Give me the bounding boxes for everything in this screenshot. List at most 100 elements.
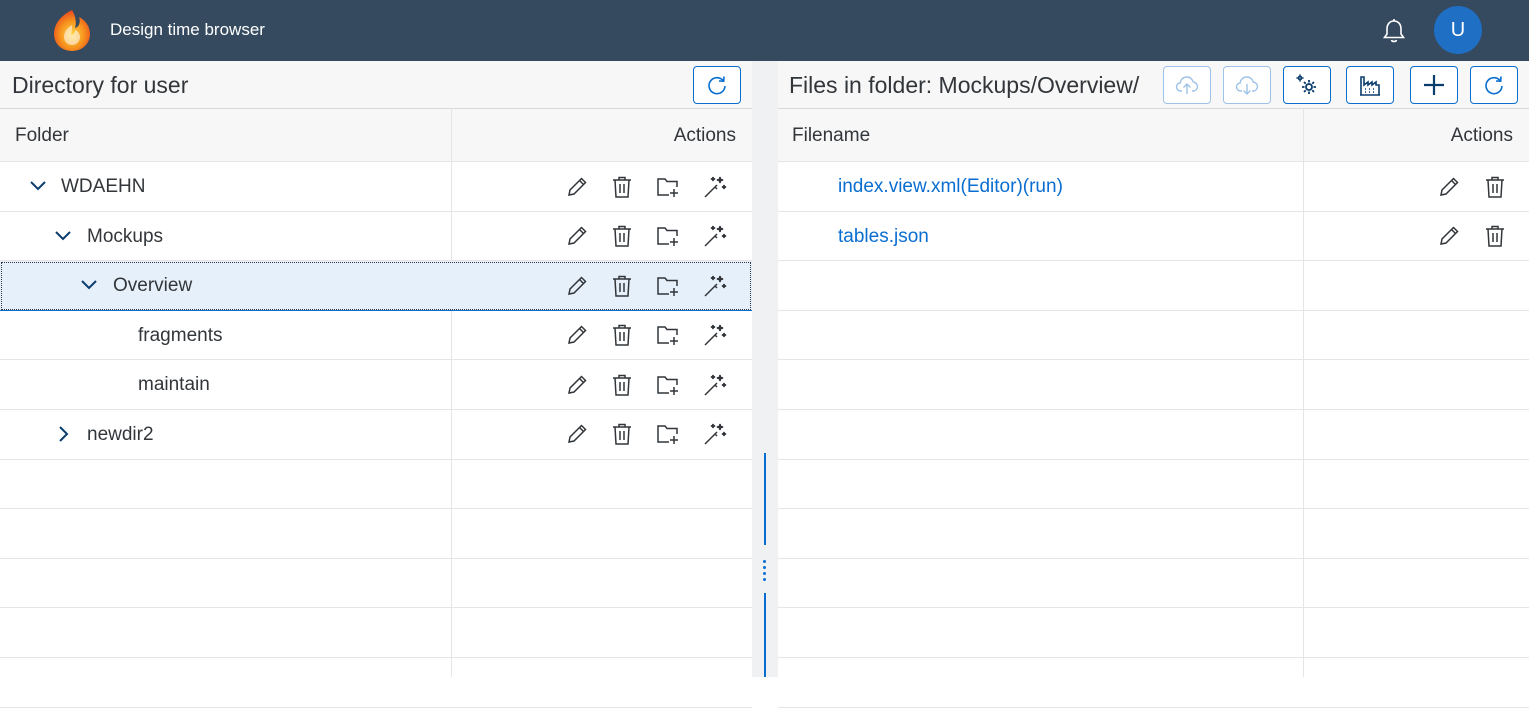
delete-icon[interactable] [610, 421, 634, 447]
directory-title: Directory for user [12, 72, 188, 99]
edit-icon[interactable] [565, 421, 589, 447]
add-file-button[interactable] [1410, 66, 1458, 104]
folder-name: Mockups [87, 212, 163, 261]
add-icon [1422, 73, 1446, 97]
delete-icon[interactable] [1483, 174, 1507, 200]
folder-row[interactable]: fragments [0, 311, 752, 361]
flame-logo-icon[interactable] [48, 7, 96, 53]
actions-column-header[interactable]: Actions [674, 109, 736, 162]
empty-row [778, 608, 1529, 658]
panel-splitter[interactable] [752, 61, 778, 677]
directory-column-header: Folder Actions [0, 109, 752, 162]
folder-name: WDAEHN [61, 162, 145, 211]
wizard-icon[interactable] [703, 223, 727, 249]
delete-icon[interactable] [610, 223, 634, 249]
add-folder-icon[interactable] [656, 372, 680, 398]
shell-bar: Design time browser U [0, 0, 1529, 61]
chevron-right-icon[interactable] [53, 424, 73, 444]
folder-column-header[interactable]: Folder [15, 109, 69, 162]
download-icon [1235, 73, 1259, 97]
chevron-down-icon[interactable] [79, 275, 99, 295]
empty-row [778, 559, 1529, 609]
refresh-directory-button[interactable] [693, 66, 741, 104]
wizard-icon[interactable] [703, 372, 727, 398]
folder-row[interactable]: Mockups [0, 212, 752, 262]
folder-actions [565, 311, 727, 360]
add-folder-icon[interactable] [656, 273, 680, 299]
folder-actions [565, 212, 727, 261]
folder-row-selected[interactable]: Overview [0, 261, 752, 311]
delete-icon[interactable] [610, 372, 634, 398]
refresh-files-button[interactable] [1470, 66, 1518, 104]
edit-icon[interactable] [1437, 223, 1461, 249]
folder-tree: WDAEHN Mockups Overview [0, 162, 752, 708]
delete-icon[interactable] [1483, 223, 1507, 249]
folder-actions [565, 162, 727, 211]
files-column-header: Filename Actions [778, 109, 1529, 162]
edit-icon[interactable] [565, 223, 589, 249]
splitter-line [764, 453, 766, 545]
chevron-down-icon[interactable] [28, 176, 48, 196]
delete-icon[interactable] [610, 322, 634, 348]
delete-icon[interactable] [610, 174, 634, 200]
wizard-icon[interactable] [703, 174, 727, 200]
directory-panel: Directory for user Folder Actions WDAEHN… [0, 61, 752, 677]
edit-icon[interactable] [565, 322, 589, 348]
file-link[interactable]: index.view.xml(Editor)(run) [838, 162, 1063, 211]
empty-row [0, 509, 752, 559]
file-row[interactable]: index.view.xml(Editor)(run) [778, 162, 1529, 212]
user-avatar[interactable]: U [1434, 6, 1482, 54]
factory-button[interactable] [1346, 66, 1394, 104]
download-button[interactable] [1223, 66, 1271, 104]
add-folder-icon[interactable] [656, 322, 680, 348]
add-folder-icon[interactable] [656, 421, 680, 447]
edit-icon[interactable] [565, 273, 589, 299]
file-list: index.view.xml(Editor)(run) tables.json [778, 162, 1529, 708]
chevron-down-icon[interactable] [53, 226, 73, 246]
empty-row [778, 311, 1529, 361]
folder-actions [565, 410, 727, 459]
folder-name: Overview [113, 261, 192, 310]
empty-row [778, 509, 1529, 559]
file-row[interactable]: tables.json [778, 212, 1529, 262]
files-title: Files in folder: Mockups/Overview/ [789, 72, 1139, 99]
refresh-icon [1482, 73, 1506, 97]
add-folder-icon[interactable] [656, 223, 680, 249]
wizard-icon[interactable] [703, 273, 727, 299]
empty-row [0, 460, 752, 510]
delete-icon[interactable] [610, 273, 634, 299]
files-toolbar: Files in folder: Mockups/Overview/ [778, 61, 1529, 109]
filename-column-header[interactable]: Filename [792, 109, 870, 162]
folder-row[interactable]: maintain [0, 360, 752, 410]
empty-row [778, 261, 1529, 311]
folder-name: fragments [138, 311, 222, 360]
empty-row [0, 658, 752, 708]
settings-icon [1295, 73, 1319, 97]
empty-row [778, 410, 1529, 460]
file-link[interactable]: tables.json [838, 212, 929, 261]
folder-row[interactable]: WDAEHN [0, 162, 752, 212]
empty-row [778, 360, 1529, 410]
empty-row [778, 658, 1529, 708]
empty-row [0, 559, 752, 609]
file-actions [1437, 162, 1507, 211]
add-folder-icon[interactable] [656, 174, 680, 200]
folder-row[interactable]: newdir2 [0, 410, 752, 460]
bell-icon[interactable] [1380, 17, 1408, 45]
wizard-icon[interactable] [703, 322, 727, 348]
folder-actions [565, 261, 727, 310]
edit-icon[interactable] [1437, 174, 1461, 200]
actions-column-header[interactable]: Actions [1451, 109, 1513, 162]
folder-actions [565, 360, 727, 409]
folder-name: maintain [138, 360, 210, 409]
upload-button[interactable] [1163, 66, 1211, 104]
splitter-grip[interactable] [763, 560, 767, 584]
wizard-icon[interactable] [703, 421, 727, 447]
edit-icon[interactable] [565, 174, 589, 200]
settings-button[interactable] [1283, 66, 1331, 104]
edit-icon[interactable] [565, 372, 589, 398]
upload-icon [1175, 73, 1199, 97]
folder-name: newdir2 [87, 410, 154, 459]
app-title: Design time browser [110, 20, 265, 40]
empty-row [778, 460, 1529, 510]
